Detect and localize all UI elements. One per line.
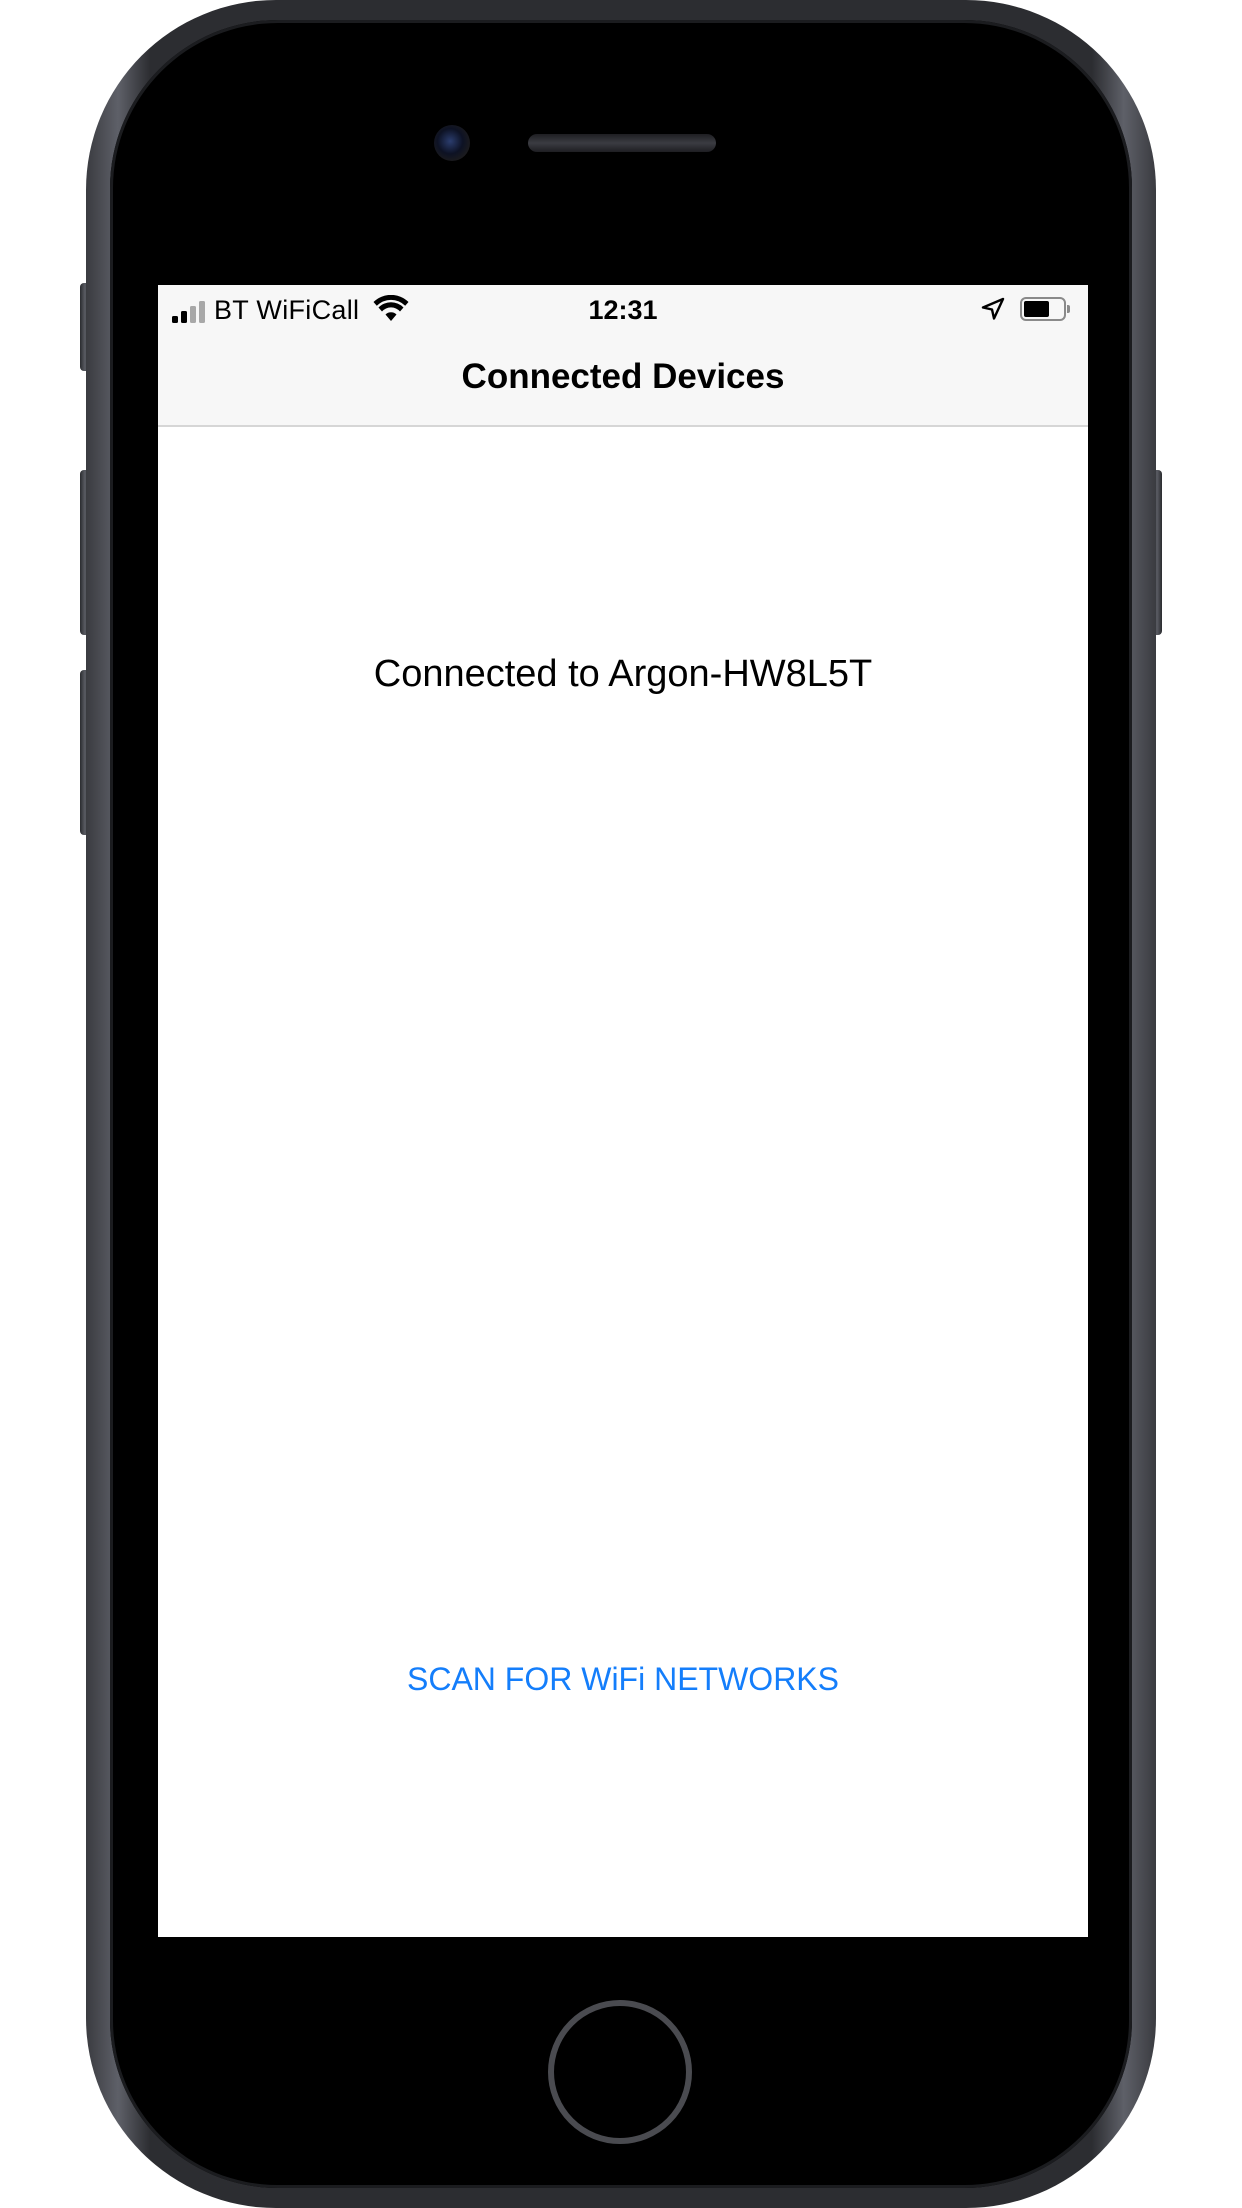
battery-icon	[1020, 297, 1072, 323]
device-mockup: BT WiFiCall 12:31 Connected Devices Conn…	[0, 0, 1242, 2208]
status-bar: BT WiFiCall 12:31	[158, 285, 1088, 335]
front-camera	[434, 125, 470, 161]
navigation-bar: BT WiFiCall 12:31 Connected Devices	[158, 285, 1088, 427]
battery-terminal	[1067, 305, 1070, 313]
battery-level	[1024, 301, 1049, 317]
earpiece-speaker	[528, 134, 716, 152]
page-title: Connected Devices	[461, 357, 785, 396]
status-time: 12:31	[588, 295, 658, 325]
home-button[interactable]	[548, 2000, 692, 2144]
connection-status-label: Connected to Argon-HW8L5T	[373, 653, 873, 695]
app-screen: BT WiFiCall 12:31 Connected Devices Conn…	[158, 285, 1088, 1937]
scan-wifi-networks-button[interactable]: SCAN FOR WiFi NETWORKS	[398, 1655, 848, 1704]
location-arrow-icon	[981, 297, 1005, 320]
